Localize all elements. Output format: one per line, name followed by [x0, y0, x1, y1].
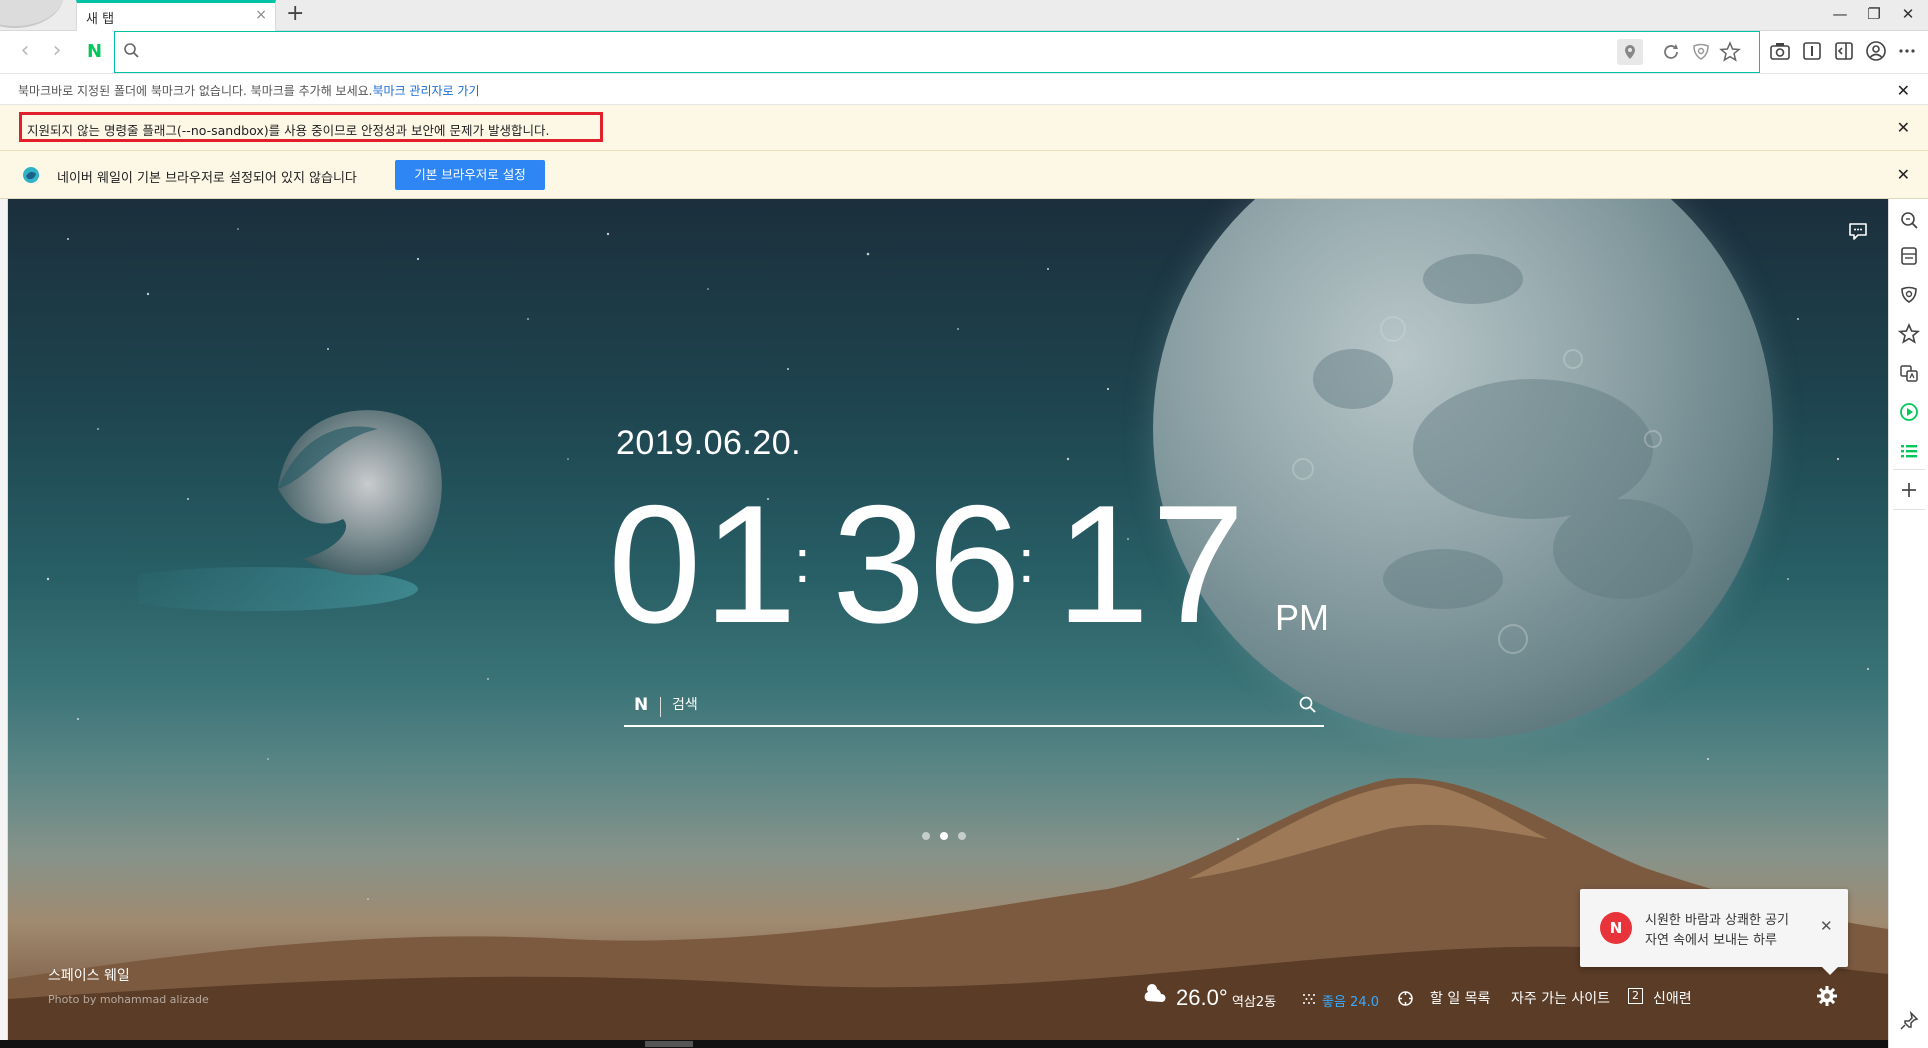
naver-search-logo: N [634, 695, 649, 715]
location-pin-icon[interactable] [1617, 39, 1643, 65]
toast-close-icon[interactable]: ✕ [1820, 917, 1833, 935]
gear-icon[interactable] [1816, 985, 1838, 1007]
reader-mode-icon[interactable] [1800, 39, 1824, 63]
chat-icon[interactable] [1846, 219, 1870, 243]
bookmark-bar: 북마크바로 지정된 폴더에 북마크가 없습니다. 북마크를 추가해 보세요.북마… [0, 73, 1928, 105]
naver-home-icon[interactable]: N [87, 41, 102, 62]
toast-line-2: 자연 속에서 보내는 하루 [1645, 933, 1777, 948]
horizontal-scrollbar[interactable] [645, 1041, 693, 1047]
default-browser-message: 네이버 웨일이 기본 브라우저로 설정되어 있지 않습니다 [57, 171, 357, 186]
page-dot[interactable] [922, 832, 930, 840]
moon-image [1153, 199, 1773, 739]
clock-seconds: 17 [1056, 470, 1247, 658]
refresh-circle-icon[interactable] [1397, 990, 1414, 1007]
tab-strip: 새 탭 × + — ❐ ✕ [0, 0, 1928, 32]
minimize-button[interactable]: — [1822, 0, 1858, 30]
sandbox-warning-bar: 지원되지 않는 명령줄 플래그(--no-sandbox)를 사용 중이므로 안… [0, 105, 1928, 151]
sidebar-divider [1893, 469, 1925, 470]
browser-window: 새 탭 × + — ❐ ✕ ‹ › N 북마크바로 지정된 폴더에 북마크가 없… [0, 0, 1928, 1048]
address-bar[interactable] [114, 31, 1760, 73]
weather-cloud-icon [1144, 984, 1166, 1002]
play-icon[interactable] [1897, 400, 1921, 424]
reload-icon[interactable] [1659, 40, 1683, 64]
whale-shield-icon[interactable] [1897, 283, 1921, 307]
close-window-button[interactable]: ✕ [1890, 0, 1926, 30]
page-indicator [922, 825, 976, 844]
sidebar-divider [1893, 509, 1925, 510]
search-divider [660, 697, 661, 717]
bookmark-bar-message: 북마크바로 지정된 폴더에 북마크가 없습니다. 북마크를 추가해 보세요.북마… [18, 82, 480, 99]
status-strip [0, 1040, 1888, 1048]
page-dot[interactable] [958, 832, 966, 840]
shield-icon[interactable] [1689, 40, 1713, 64]
wallpaper-credit: 스페이스 웨일 Photo by mohammad alizade [48, 965, 209, 1006]
sidebar-toggle-icon[interactable] [1832, 39, 1856, 63]
air-quality-icon [1303, 994, 1315, 1004]
forward-button[interactable]: › [45, 38, 69, 66]
frequent-sites-link[interactable]: 자주 가는 사이트 [1511, 988, 1610, 1008]
todo-list-link[interactable]: 할 일 목록 [1430, 988, 1490, 1008]
warning-highlight-box: 지원되지 않는 명령줄 플래그(--no-sandbox)를 사용 중이므로 안… [19, 112, 603, 142]
new-tab-button[interactable]: + [286, 1, 304, 26]
whale-corner-logo [0, 0, 70, 31]
profile-icon[interactable] [1864, 39, 1888, 63]
left-gutter [0, 199, 8, 1048]
tab-close-icon[interactable]: × [255, 7, 267, 23]
bookmark-manager-link[interactable]: 북마크 관리자로 가기 [373, 84, 480, 98]
weather-location[interactable]: 역삼2동 [1232, 991, 1276, 1010]
photo-credit: Photo by mohammad alizade [48, 993, 209, 1006]
search-zoom-icon[interactable] [1897, 208, 1921, 232]
tab-title: 새 탭 [86, 12, 115, 27]
default-browser-bar: 네이버 웨일이 기본 브라우저로 설정되어 있지 않습니다 기본 브라우저로 설… [0, 151, 1928, 199]
address-input[interactable] [149, 38, 1599, 66]
back-button[interactable]: ‹ [13, 38, 37, 66]
search-icon [124, 43, 139, 58]
pin-icon[interactable] [1897, 1009, 1921, 1033]
weather-temp[interactable]: 26.0° [1176, 985, 1228, 1011]
bookmark-bar-close-icon[interactable]: ✕ [1897, 81, 1910, 100]
bookmark-empty-text: 북마크바로 지정된 폴더에 북마크가 없습니다. 북마크를 추가해 보세요. [18, 84, 373, 98]
set-default-browser-button[interactable]: 기본 브라우저로 설정 [395, 160, 545, 190]
add-icon[interactable] [1897, 478, 1921, 502]
capture-icon[interactable] [1768, 39, 1792, 63]
translate-icon[interactable] [1897, 361, 1921, 385]
calculator-icon[interactable] [1897, 244, 1921, 268]
notification-toast[interactable]: N 시원한 바람과 상쾌한 공기 자연 속에서 보내는 하루 ✕ [1580, 889, 1848, 975]
tab-new-tab[interactable]: 새 탭 × [76, 0, 276, 32]
default-bar-close-icon[interactable]: ✕ [1897, 165, 1910, 184]
clock-separator: : [794, 528, 811, 595]
clock-hours: 01 [608, 470, 799, 658]
news-link[interactable]: 신애련 [1653, 988, 1692, 1008]
whale-illustration [138, 410, 442, 611]
search-icon[interactable] [1298, 695, 1318, 715]
new-tab-page: 2019.06.20. 01 : 36 : 17 PM N 스페이스 웨일 Ph… [8, 199, 1888, 1040]
whale-logo-icon [23, 167, 39, 183]
bookmarks-star-icon[interactable] [1897, 322, 1921, 346]
clock-separator: : [1018, 528, 1035, 595]
current-date: 2019.06.20. [616, 424, 802, 462]
wallpaper-title[interactable]: 스페이스 웨일 [48, 965, 209, 985]
air-quality-value[interactable]: 좋음 24.0 [1322, 991, 1379, 1010]
warning-message: 지원되지 않는 명령줄 플래그(--no-sandbox)를 사용 중이므로 안… [27, 123, 550, 138]
page-dot-active[interactable] [940, 832, 948, 840]
list-icon[interactable] [1897, 439, 1921, 463]
ntp-search-input[interactable] [672, 692, 1272, 718]
toast-line-1: 시원한 바람과 상쾌한 공기 [1645, 913, 1789, 928]
ntp-search-box[interactable]: N [624, 683, 1324, 727]
naver-badge-icon: N [1600, 912, 1632, 944]
right-sidebar [1888, 199, 1928, 1048]
clock-ampm: PM [1275, 597, 1329, 638]
news-count-badge: 2 [1628, 988, 1643, 1004]
restore-button[interactable]: ❐ [1856, 0, 1892, 30]
more-menu-icon[interactable] [1895, 39, 1919, 63]
bookmark-star-icon[interactable] [1718, 40, 1742, 64]
toolbar: ‹ › N [0, 31, 1928, 73]
clock-minutes: 36 [832, 470, 1023, 658]
warning-close-icon[interactable]: ✕ [1897, 118, 1910, 137]
